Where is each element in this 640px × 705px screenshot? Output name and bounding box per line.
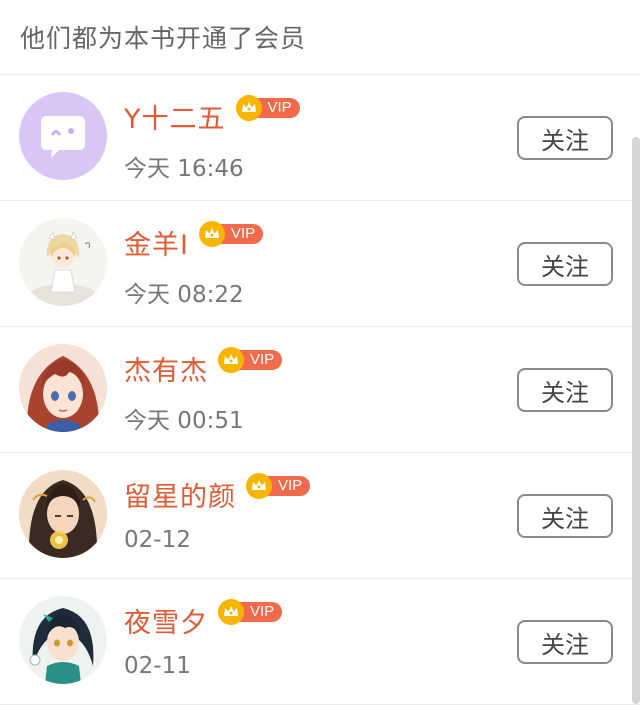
avatar[interactable] (19, 470, 107, 558)
member-row[interactable]: 夜雪夕 VIP 02-11 关注 (0, 579, 640, 705)
vip-badge: VIP (218, 598, 283, 625)
member-row[interactable]: 金羊I VIP 今天 08:22 关注 (0, 201, 640, 327)
join-time: 02-11 (124, 653, 191, 679)
join-time: 今天 00:51 (124, 408, 244, 434)
member-list: Y十二五 VIP 今天 16:46 关注 金羊I VIP 今天 08:22 关注… (0, 75, 640, 705)
anime-darkhair-avatar-icon (19, 596, 107, 684)
username[interactable]: 杰有杰 (124, 349, 208, 388)
anime-redhair-avatar-icon (19, 344, 107, 432)
join-time: 今天 08:22 (124, 282, 244, 308)
avatar[interactable] (19, 92, 107, 180)
follow-button[interactable]: 关注 (517, 368, 613, 412)
avatar[interactable] (19, 218, 107, 306)
follow-button[interactable]: 关注 (517, 242, 613, 286)
crown-icon (235, 94, 262, 121)
crown-icon (218, 346, 244, 373)
avatar[interactable] (19, 344, 107, 432)
follow-button[interactable]: 关注 (517, 620, 613, 664)
crown-icon (246, 472, 272, 499)
anime-longhair-avatar-icon (19, 470, 107, 558)
anime-blonde-avatar-icon (19, 218, 107, 306)
scrollbar[interactable] (632, 137, 640, 704)
follow-button[interactable]: 关注 (517, 494, 613, 538)
username[interactable]: 留星的颜 (124, 475, 236, 514)
vip-badge: VIP (235, 94, 300, 121)
username[interactable]: Y十二五 (124, 97, 226, 136)
chat-bubble-avatar-icon (19, 92, 107, 180)
crown-icon (198, 220, 225, 247)
header-title: 他们都为本书开通了会员 (20, 24, 307, 53)
vip-badge: VIP (246, 472, 311, 499)
username[interactable]: 夜雪夕 (124, 601, 208, 640)
member-row[interactable]: 留星的颜 VIP 02-12 关注 (0, 453, 640, 579)
header: 他们都为本书开通了会员 (0, 0, 640, 75)
crown-icon (218, 598, 244, 625)
join-time: 今天 16:46 (124, 156, 244, 182)
avatar[interactable] (19, 596, 107, 684)
member-row[interactable]: Y十二五 VIP 今天 16:46 关注 (0, 75, 640, 201)
username[interactable]: 金羊I (124, 223, 189, 262)
follow-button[interactable]: 关注 (517, 116, 613, 160)
vip-badge: VIP (218, 346, 283, 373)
vip-badge: VIP (198, 220, 264, 247)
join-time: 02-12 (124, 527, 191, 553)
member-row[interactable]: 杰有杰 VIP 今天 00:51 关注 (0, 327, 640, 453)
